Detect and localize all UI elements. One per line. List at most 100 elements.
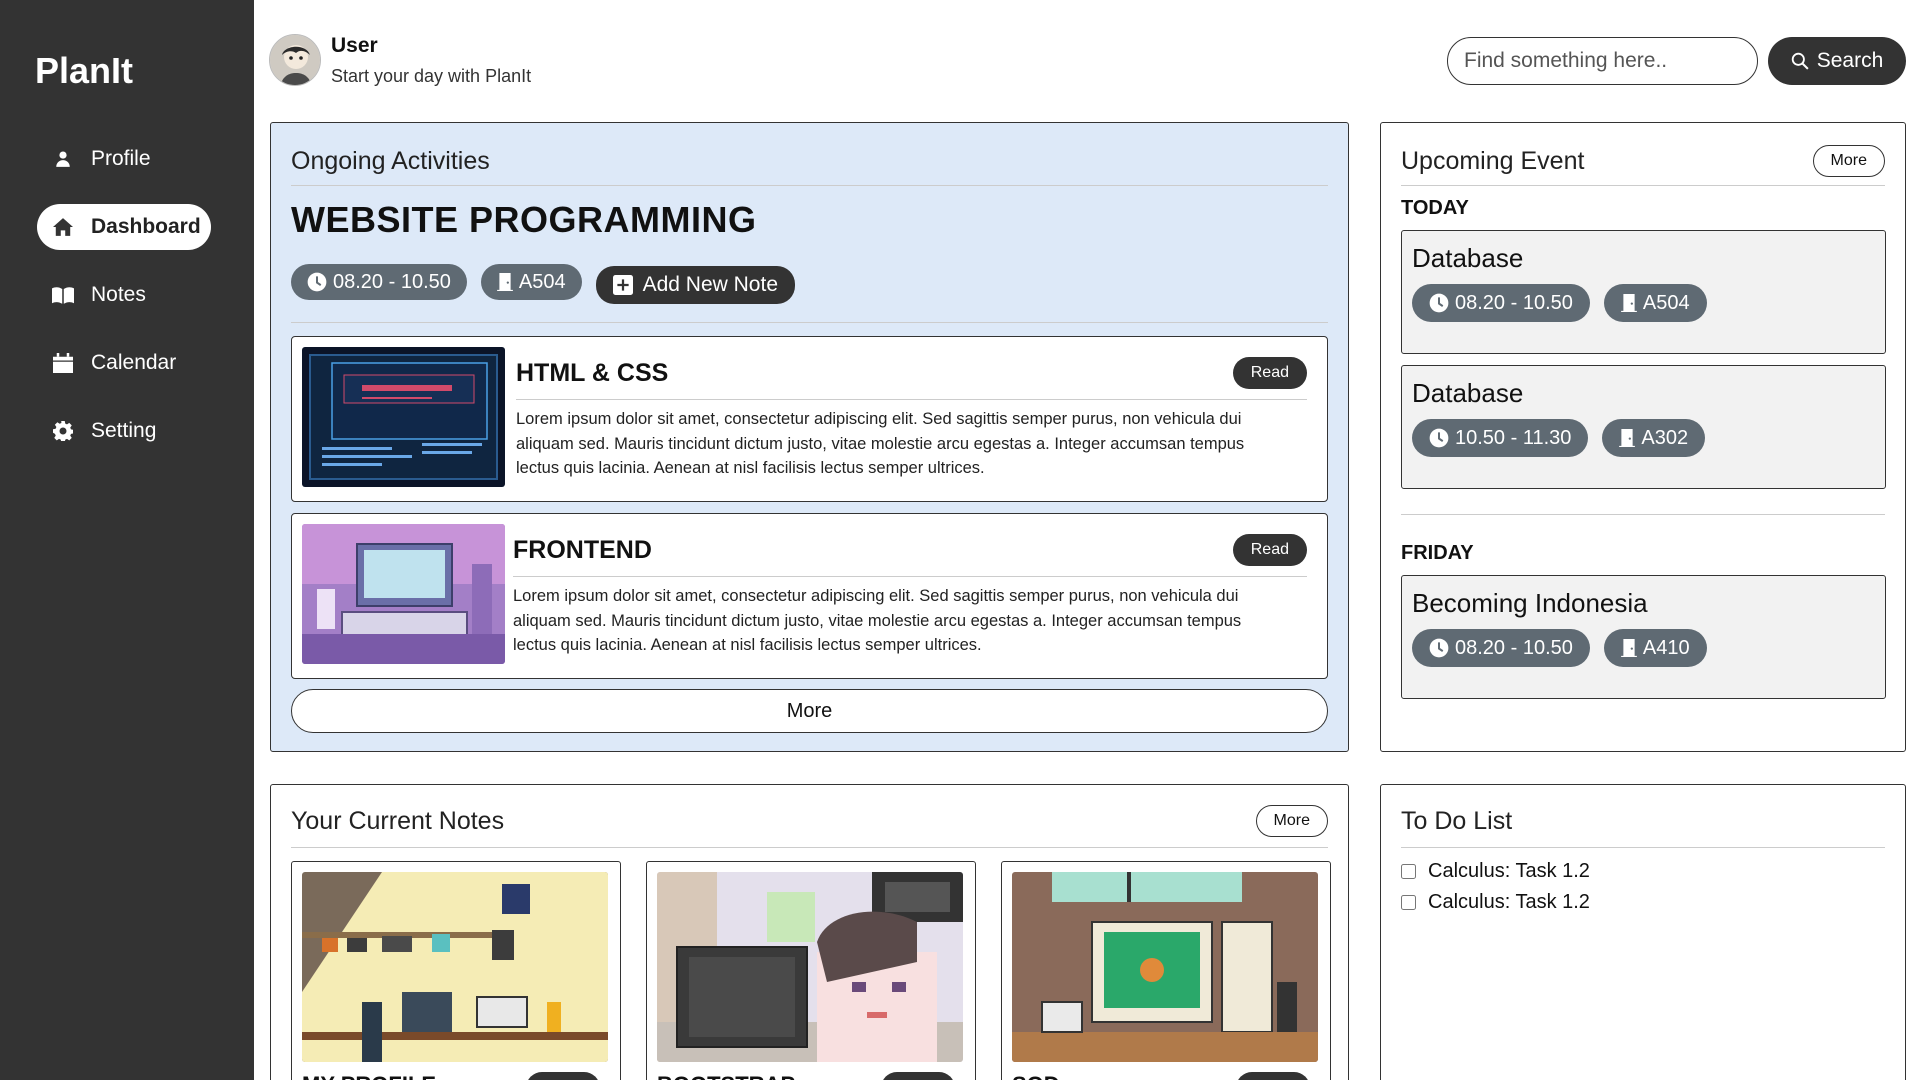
divider xyxy=(291,322,1328,323)
divider xyxy=(291,185,1328,186)
note-thumbnail xyxy=(302,872,608,1062)
todo-item[interactable]: Calculus: Task 1.2 xyxy=(1401,856,1590,887)
sidebar-item-calendar[interactable]: Calendar xyxy=(37,340,211,386)
sidebar-item-label: Calendar xyxy=(91,351,177,374)
door-icon xyxy=(497,273,513,291)
activity-item: FRONTEND Read Lorem ipsum dolor sit amet… xyxy=(291,513,1328,679)
day-label-today: TODAY xyxy=(1401,197,1469,219)
user-name: User xyxy=(331,34,378,57)
note-title: BOOTSTRAP xyxy=(657,1072,795,1080)
todo-checkbox[interactable] xyxy=(1401,864,1416,879)
activity-title: HTML & CSS xyxy=(516,359,669,387)
time-text: 10.50 - 11.30 xyxy=(1455,426,1572,449)
activity-thumbnail xyxy=(302,524,505,664)
time-badge: 08.20 - 10.50 xyxy=(291,264,467,300)
divider xyxy=(513,576,1307,577)
room-badge: A504 xyxy=(1603,284,1707,322)
sidebar-item-label: Notes xyxy=(91,283,146,306)
book-icon xyxy=(51,283,75,307)
home-icon xyxy=(51,215,75,239)
activity-title: FRONTEND xyxy=(513,536,652,564)
sidebar: PlanIt Profile Dashboard Notes Calendar xyxy=(0,0,254,1080)
time-badge: 08.20 - 10.50 xyxy=(1412,629,1590,667)
person-icon xyxy=(51,147,75,171)
course-meta: 08.20 - 10.50 A504 Add New Note xyxy=(291,264,795,304)
sidebar-item-label: Setting xyxy=(91,419,157,442)
time-text: 08.20 - 10.50 xyxy=(1455,636,1573,659)
sidebar-item-label: Profile xyxy=(91,147,151,170)
room-text: A504 xyxy=(518,270,566,293)
upcoming-title: Upcoming Event xyxy=(1401,147,1585,175)
current-notes-card: Your Current Notes More MY PROFILE xyxy=(270,784,1349,1080)
todo-list: Calculus: Task 1.2 Calculus: Task 1.2 xyxy=(1401,856,1590,918)
room-text: A410 xyxy=(1642,636,1690,659)
read-button[interactable]: Read xyxy=(1232,357,1307,389)
event-item[interactable]: Becoming Indonesia 08.20 - 10.50 A410 xyxy=(1401,575,1886,699)
header-subtitle: Start your day with PlanIt xyxy=(331,66,532,86)
search-button[interactable]: Search xyxy=(1768,37,1906,85)
note-card[interactable]: MY PROFILE Read xyxy=(291,861,621,1080)
course-title: WEBSITE PROGRAMMING xyxy=(291,199,757,240)
read-button[interactable]: Read xyxy=(525,1072,600,1080)
event-title: Database xyxy=(1412,378,1524,408)
more-events-button[interactable]: More xyxy=(1812,145,1885,177)
room-badge: A302 xyxy=(1602,419,1706,457)
event-item[interactable]: Database 10.50 - 11.30 A302 xyxy=(1401,365,1886,489)
read-button[interactable]: Read xyxy=(880,1072,955,1080)
ongoing-title: Ongoing Activities xyxy=(291,147,490,175)
door-icon xyxy=(1619,429,1636,447)
todo-label: Calculus: Task 1.2 xyxy=(1428,891,1590,913)
plus-square-icon xyxy=(612,275,633,295)
time-badge: 08.20 - 10.50 xyxy=(1412,284,1590,322)
todo-label: Calculus: Task 1.2 xyxy=(1428,860,1590,882)
note-card[interactable]: BOOTSTRAP Read xyxy=(646,861,976,1080)
activity-item: HTML & CSS Read Lorem ipsum dolor sit am… xyxy=(291,336,1328,502)
todo-title: To Do List xyxy=(1401,807,1513,835)
read-button[interactable]: Read xyxy=(1235,1072,1310,1080)
sidebar-item-dashboard[interactable]: Dashboard xyxy=(37,204,211,250)
sidebar-item-notes[interactable]: Notes xyxy=(37,272,211,318)
activity-thumbnail xyxy=(302,347,505,487)
todo-item[interactable]: Calculus: Task 1.2 xyxy=(1401,887,1590,918)
clock-icon xyxy=(1429,638,1449,658)
note-thumbnail xyxy=(657,872,963,1062)
avatar[interactable] xyxy=(269,34,321,86)
divider xyxy=(1401,847,1885,848)
search-input[interactable] xyxy=(1447,37,1758,85)
brand-logo: PlanIt xyxy=(35,50,134,91)
notes-title: Your Current Notes xyxy=(291,807,505,835)
todo-card: To Do List Calculus: Task 1.2 Calculus: … xyxy=(1380,784,1906,1080)
divider xyxy=(1401,514,1885,515)
sidebar-item-profile[interactable]: Profile xyxy=(37,136,211,182)
event-title: Becoming Indonesia xyxy=(1412,588,1648,618)
event-item[interactable]: Database 08.20 - 10.50 A504 xyxy=(1401,230,1886,354)
add-new-note-button[interactable]: Add New Note xyxy=(595,266,795,304)
room-text: A302 xyxy=(1641,426,1689,449)
room-text: A504 xyxy=(1642,291,1690,314)
search-icon xyxy=(1791,52,1809,70)
clock-icon xyxy=(307,272,327,292)
more-activities-button[interactable]: More xyxy=(291,689,1328,733)
upcoming-event-card: Upcoming Event More TODAY Database 08.20… xyxy=(1380,122,1906,752)
time-badge: 10.50 - 11.30 xyxy=(1412,419,1589,457)
divider xyxy=(516,399,1307,400)
more-notes-button[interactable]: More xyxy=(1255,805,1328,837)
event-title: Database xyxy=(1412,243,1524,273)
room-badge: A410 xyxy=(1603,629,1707,667)
note-card[interactable]: SQD Read xyxy=(1001,861,1331,1080)
note-title: MY PROFILE xyxy=(302,1072,436,1080)
day-label-friday: FRIDAY xyxy=(1401,542,1474,564)
read-button[interactable]: Read xyxy=(1232,534,1307,566)
room-badge: A504 xyxy=(480,264,582,300)
calendar-icon xyxy=(51,351,75,375)
note-title: SQD xyxy=(1012,1072,1060,1080)
todo-checkbox[interactable] xyxy=(1401,895,1416,910)
door-icon xyxy=(1621,639,1637,657)
clock-icon xyxy=(1429,293,1449,313)
search-button-label: Search xyxy=(1816,49,1884,72)
sidebar-item-setting[interactable]: Setting xyxy=(37,408,211,454)
add-new-note-label: Add New Note xyxy=(642,273,778,296)
activity-description: Lorem ipsum dolor sit amet, consectetur … xyxy=(513,587,1242,654)
note-thumbnail xyxy=(1012,872,1318,1062)
clock-icon xyxy=(1429,428,1449,448)
